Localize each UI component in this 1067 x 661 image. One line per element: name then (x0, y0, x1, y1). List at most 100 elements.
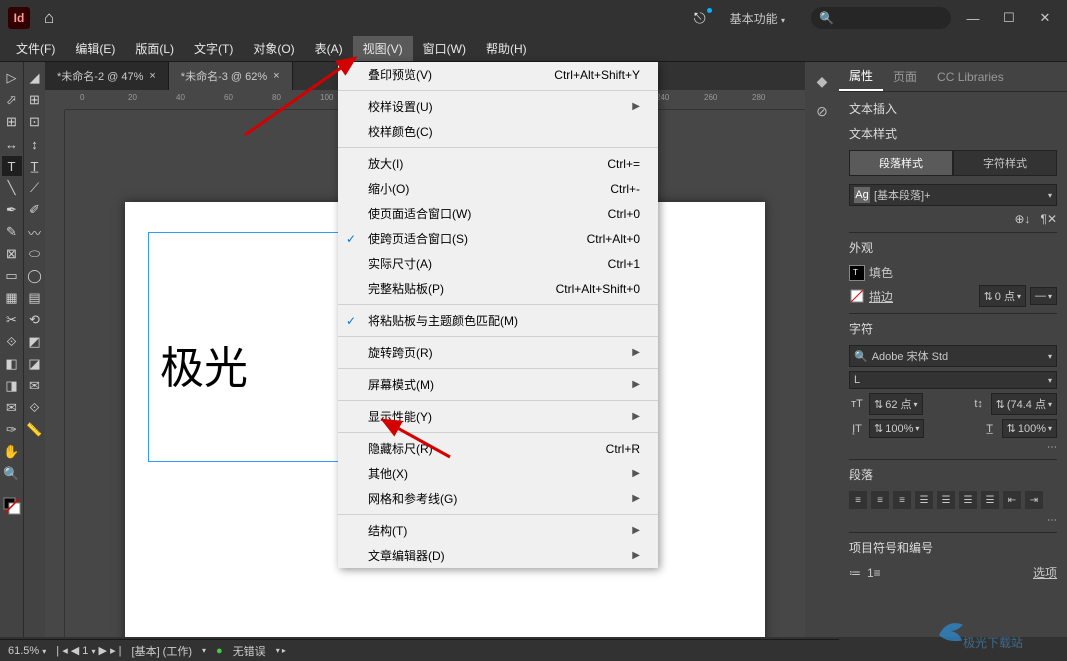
tool-b11-icon[interactable]: ▤ (25, 288, 45, 308)
stroke-weight-input[interactable]: ⇅0 点▾ (979, 285, 1026, 307)
gap-tool-icon[interactable]: ↔ (2, 134, 22, 154)
menu-1[interactable]: 编辑(E) (65, 36, 125, 61)
view-menu-item-3[interactable]: 校样颜色(C) (338, 119, 658, 144)
menu-7[interactable]: 窗口(W) (413, 36, 476, 61)
table-tool-icon[interactable]: ▦ (2, 288, 22, 308)
tool-b4-icon[interactable]: ↕ (25, 134, 45, 154)
minimize-button[interactable]: — (959, 11, 987, 26)
line-tool-icon[interactable]: ╲ (2, 178, 22, 198)
layers-panel-icon[interactable]: ◆ (811, 70, 833, 92)
align-right-icon[interactable]: ≡ (893, 491, 911, 509)
align-away-spine-icon[interactable]: ⇥ (1025, 491, 1043, 509)
tool-b8-icon[interactable]: 〰 (25, 222, 45, 242)
view-menu-item-5[interactable]: 放大(I)Ctrl+= (338, 151, 658, 176)
numbered-list-icon[interactable]: 1≡ (867, 566, 881, 580)
direct-selection-tool-icon[interactable]: ⬀ (2, 90, 22, 110)
tool-b14-icon[interactable]: ◪ (25, 354, 45, 374)
menu-5[interactable]: 表(A) (305, 36, 353, 61)
panel-tab-2[interactable]: CC Libraries (927, 62, 1014, 91)
share-icon[interactable]: ⎋ (688, 10, 712, 27)
links-panel-icon[interactable]: ⊘ (811, 100, 833, 122)
rectangle-frame-icon[interactable]: ⊠ (2, 244, 22, 264)
tool-b13-icon[interactable]: ◩ (25, 332, 45, 352)
search-input[interactable]: 🔍 (811, 7, 951, 29)
more-options-icon-2[interactable]: ⋯ (1047, 515, 1057, 526)
new-style-icon[interactable]: ⊕↓ (1014, 212, 1030, 226)
tool-b6-icon[interactable]: ⟋ (25, 178, 45, 198)
doc-tab-0[interactable]: *未命名-2 @ 47%× (45, 62, 169, 90)
view-menu-item-9[interactable]: 实际尺寸(A)Ctrl+1 (338, 251, 658, 276)
view-menu-item-24[interactable]: 结构(T)▶ (338, 518, 658, 543)
tool-b9-icon[interactable]: ⬭ (25, 244, 45, 264)
gradient-swatch-icon[interactable]: ◧ (2, 354, 22, 374)
tool-b5-icon[interactable]: T̲ (25, 156, 45, 176)
align-left-icon[interactable]: ≡ (849, 491, 867, 509)
tool-b7-icon[interactable]: ✐ (25, 200, 45, 220)
vscale-input[interactable]: ⇅100%▾ (869, 419, 924, 438)
doc-tab-1[interactable]: *未命名-3 @ 62%× (169, 62, 293, 90)
view-menu-item-12[interactable]: ✓将粘贴板与主题颜色匹配(M) (338, 308, 658, 333)
menu-8[interactable]: 帮助(H) (476, 36, 537, 61)
tool-b15-icon[interactable]: ✉ (25, 376, 45, 396)
type-tool-icon[interactable]: T (2, 156, 22, 176)
note-tool-icon[interactable]: ✉ (2, 398, 22, 418)
justify-center-icon[interactable]: ☰ (937, 491, 955, 509)
scissors-tool-icon[interactable]: ✂ (2, 310, 22, 330)
tool-b1-icon[interactable]: ◢ (25, 68, 45, 88)
paragraph-style-button[interactable]: 段落样式 (849, 150, 953, 176)
tab-close-icon[interactable]: × (149, 70, 155, 82)
menu-2[interactable]: 版面(L) (125, 36, 184, 61)
panel-tab-0[interactable]: 属性 (839, 62, 883, 91)
menu-0[interactable]: 文件(F) (6, 36, 65, 61)
menu-3[interactable]: 文字(T) (184, 36, 243, 61)
view-menu-item-18[interactable]: 显示性能(Y)▶ (338, 404, 658, 429)
view-menu-item-16[interactable]: 屏幕模式(M)▶ (338, 372, 658, 397)
eyedropper-tool-icon[interactable]: ✑ (2, 420, 22, 440)
justify-left-icon[interactable]: ☰ (915, 491, 933, 509)
tool-b10-icon[interactable]: ◯ (25, 266, 45, 286)
view-menu-item-20[interactable]: 隐藏标尺(R)Ctrl+R (338, 436, 658, 461)
workspace-switcher[interactable]: 基本功能 ▾ (720, 6, 795, 31)
hscale-input[interactable]: ⇅100%▾ (1002, 419, 1057, 438)
page-tool-icon[interactable]: ⊞ (2, 112, 22, 132)
view-menu-item-21[interactable]: 其他(X)▶ (338, 461, 658, 486)
fill-stroke-icon[interactable] (2, 496, 22, 516)
page-number[interactable]: 1 (82, 645, 88, 657)
view-menu-item-14[interactable]: 旋转跨页(R)▶ (338, 340, 658, 365)
tool-b17-icon[interactable]: 📏 (25, 420, 45, 440)
character-style-button[interactable]: 字符样式 (953, 150, 1057, 176)
tab-close-icon[interactable]: × (273, 70, 279, 82)
font-style-selector[interactable]: L▾ (849, 371, 1057, 389)
selection-tool-icon[interactable]: ▷ (2, 68, 22, 88)
justify-right-icon[interactable]: ☰ (959, 491, 977, 509)
pencil-tool-icon[interactable]: ✎ (2, 222, 22, 242)
pen-tool-icon[interactable]: ✒ (2, 200, 22, 220)
free-transform-icon[interactable]: ⟐ (2, 332, 22, 352)
view-menu-item-2[interactable]: 校样设置(U)▶ (338, 94, 658, 119)
align-center-icon[interactable]: ≡ (871, 491, 889, 509)
tool-b2-icon[interactable]: ⊞ (25, 90, 45, 110)
view-menu-item-10[interactable]: 完整粘贴板(P)Ctrl+Alt+Shift+0 (338, 276, 658, 301)
leading-input[interactable]: ⇅(74.4 点▾ (991, 393, 1057, 415)
view-menu-item-25[interactable]: 文章编辑器(D)▶ (338, 543, 658, 568)
stroke-swatch-icon[interactable] (849, 288, 865, 304)
close-button[interactable]: ✕ (1031, 10, 1059, 26)
view-menu-item-7[interactable]: 使页面适合窗口(W)Ctrl+0 (338, 201, 658, 226)
options-link[interactable]: 选项 (1033, 564, 1057, 581)
menu-4[interactable]: 对象(O) (243, 36, 304, 61)
zoom-level[interactable]: 61.5% ▾ (8, 645, 46, 657)
preflight-profile[interactable]: [基本] (工作) (132, 643, 193, 659)
view-menu-item-22[interactable]: 网格和参考线(G)▶ (338, 486, 658, 511)
view-menu-item-6[interactable]: 缩小(O)Ctrl+- (338, 176, 658, 201)
font-size-input[interactable]: ⇅62 点▾ (869, 393, 923, 415)
tool-b3-icon[interactable]: ⊡ (25, 112, 45, 132)
home-icon[interactable]: ⌂ (44, 8, 54, 28)
gradient-feather-icon[interactable]: ◨ (2, 376, 22, 396)
menu-6[interactable]: 视图(V) (353, 36, 413, 61)
stroke-style-button[interactable]: —▾ (1030, 287, 1057, 305)
hand-tool-icon[interactable]: ✋ (2, 442, 22, 462)
fill-swatch-icon[interactable]: T (849, 265, 865, 281)
view-menu-item-0[interactable]: 叠印预览(V)Ctrl+Alt+Shift+Y (338, 62, 658, 87)
font-family-selector[interactable]: 🔍Adobe 宋体 Std▾ (849, 345, 1057, 367)
tool-b12-icon[interactable]: ⟲ (25, 310, 45, 330)
